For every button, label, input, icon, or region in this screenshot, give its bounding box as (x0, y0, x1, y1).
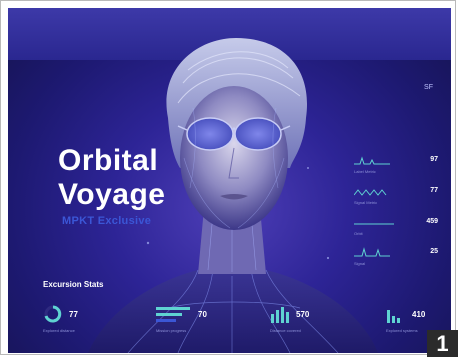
stat-value: 77 (69, 310, 78, 319)
line-icon (354, 223, 394, 225)
metric-row: 25 Signal (354, 246, 438, 270)
hero-screen: Orbital Voyage MPKT Exclusive SF 97 Labe… (8, 8, 451, 353)
hero-title-line2: Voyage (58, 178, 166, 211)
stat-item: 570 Distance covered (270, 304, 340, 334)
stat-label: Distance covered (270, 328, 301, 333)
metric-row: 459 Orbit (354, 216, 438, 240)
bars-horizontal-icon (156, 307, 190, 322)
stat-value: 570 (296, 310, 310, 319)
stat-label: Explored distance (43, 328, 75, 333)
stat-value: 410 (412, 310, 426, 319)
metric-value: 459 (426, 218, 438, 225)
metric-row: 97 Label Metric (354, 154, 438, 178)
bar-chart-icon (387, 310, 400, 323)
sparkline-icon (354, 156, 390, 165)
corner-label[interactable]: SF (424, 84, 433, 91)
hero-title-line1: Orbital (58, 144, 159, 177)
stat-item: 77 Explored distance (43, 304, 113, 334)
metric-value: 97 (430, 156, 438, 163)
metric-value: 77 (430, 187, 438, 194)
metric-value: 25 (430, 248, 438, 255)
pulse-icon (354, 247, 390, 257)
stat-item: 70 Mission progress (156, 304, 226, 334)
stat-label: Explored systems (386, 328, 418, 333)
image-frame: Orbital Voyage MPKT Exclusive SF 97 Labe… (0, 0, 456, 355)
metric-row: 77 Signal Metric (354, 185, 438, 209)
stat-label: Mission progress (156, 328, 187, 333)
metric-label: Signal (354, 261, 366, 266)
excursion-stats-title: Excursion Stats (43, 280, 104, 289)
metric-label: Orbit (354, 231, 363, 236)
metric-label: Signal Metric (354, 200, 378, 205)
stat-value: 70 (198, 310, 207, 319)
figure-number-badge: 1 (427, 330, 458, 357)
ring-chart-icon (44, 305, 62, 323)
bar-chart-icon (271, 307, 289, 323)
wave-icon (354, 189, 387, 196)
metric-label: Label Metric (354, 169, 376, 174)
hero-subtitle: MPKT Exclusive (62, 215, 152, 227)
